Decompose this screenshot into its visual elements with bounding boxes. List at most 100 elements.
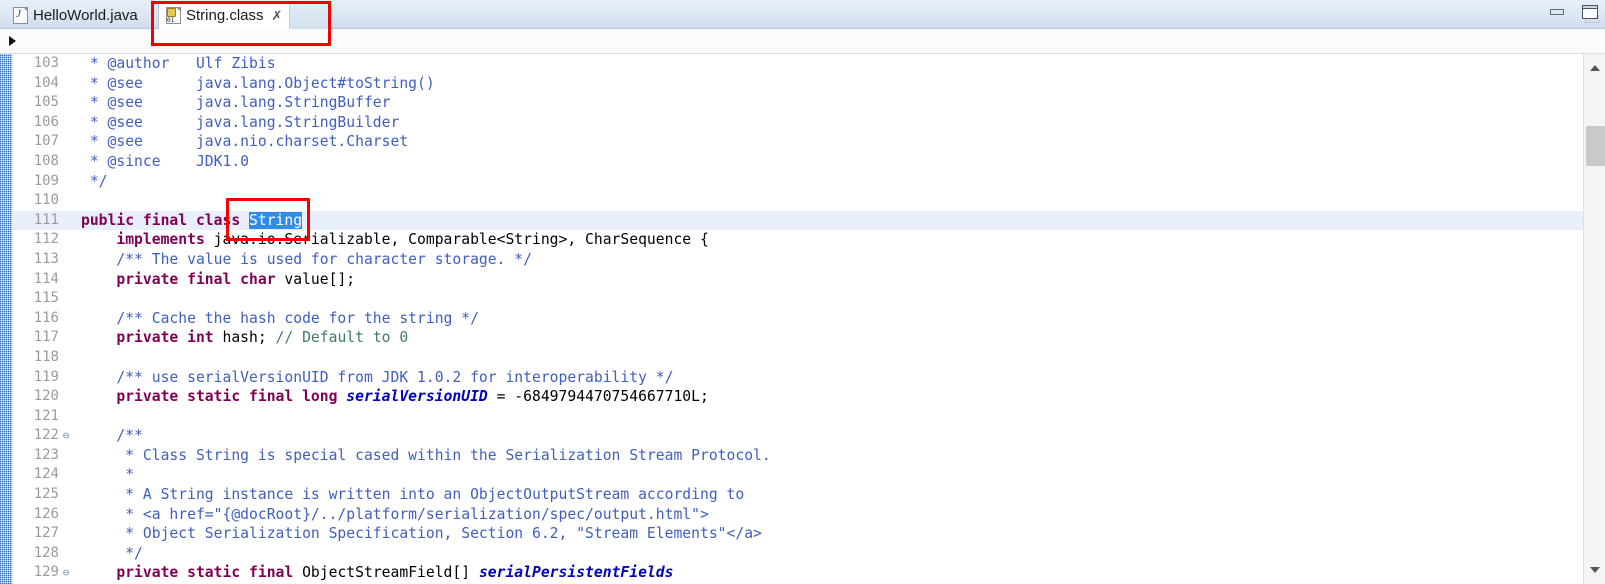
- code-line[interactable]: 105 * @see java.lang.StringBuffer: [13, 93, 1583, 113]
- code-token: * A String instance is written into an O…: [81, 486, 745, 504]
- minimize-button[interactable]: [1547, 3, 1569, 21]
- eclipse-editor-window: J HelloWorld.java 01 String.class ✗ 103 …: [0, 0, 1605, 584]
- code-token: /** Cache the hash code for the string *…: [81, 309, 479, 327]
- maximize-button[interactable]: [1579, 3, 1601, 23]
- code-text: * @since JDK1.0: [73, 152, 249, 172]
- code-text: * @see java.lang.StringBuffer: [73, 93, 391, 113]
- code-text: * @see java.nio.charset.Charset: [73, 132, 408, 152]
- fold-collapse-icon[interactable]: ⊖: [59, 426, 73, 446]
- tab-helloworld-java[interactable]: J HelloWorld.java: [6, 2, 147, 29]
- code-line[interactable]: 112 implements java.io.Serializable, Com…: [13, 230, 1583, 250]
- close-icon[interactable]: ✗: [272, 8, 283, 24]
- tab-label: String.class: [186, 7, 264, 24]
- scroll-down-icon[interactable]: [1584, 558, 1605, 582]
- code-line[interactable]: 117 private int hash; // Default to 0: [13, 328, 1583, 348]
- line-number: 103: [33, 55, 59, 71]
- code-text: /** The value is used for character stor…: [73, 250, 532, 270]
- code-line[interactable]: 123 * Class String is special cased with…: [13, 446, 1583, 466]
- code-line[interactable]: 110: [13, 191, 1583, 211]
- code-line[interactable]: 106 * @see java.lang.StringBuilder: [13, 113, 1583, 133]
- editor-tab-bar: J HelloWorld.java 01 String.class ✗: [0, 0, 1605, 29]
- code-token: value[];: [275, 270, 356, 288]
- fold-collapse-icon[interactable]: ⊖: [59, 563, 73, 583]
- code-line[interactable]: 113 /** The value is used for character …: [13, 250, 1583, 270]
- code-line[interactable]: 116 /** Cache the hash code for the stri…: [13, 309, 1583, 329]
- code-line[interactable]: 128 */: [13, 544, 1583, 564]
- line-number: 119: [33, 368, 59, 385]
- code-text: * <a href="{@docRoot}/../platform/serial…: [73, 505, 709, 525]
- code-text: */: [73, 544, 143, 564]
- code-line[interactable]: 119 /** use serialVersionUID from JDK 1.…: [13, 368, 1583, 388]
- line-number: 126: [33, 505, 59, 522]
- selected-token: String: [249, 211, 303, 229]
- code-text: /** use serialVersionUID from JDK 1.0.2 …: [73, 368, 673, 388]
- code-token: * Object Serialization Specification, Se…: [81, 525, 762, 543]
- code-line[interactable]: 122 ⊖ /**: [13, 426, 1583, 446]
- code-token: * Class String is special cased within t…: [81, 446, 771, 464]
- code-line[interactable]: 121: [13, 407, 1583, 427]
- code-text: implements java.io.Serializable, Compara…: [73, 230, 709, 250]
- change-annotation-ruler: [0, 54, 13, 584]
- code-line[interactable]: 109 */: [13, 172, 1583, 192]
- code-token: private final char: [81, 270, 276, 288]
- code-token: /** use serialVersionUID from JDK 1.0.2 …: [81, 368, 674, 386]
- line-number: 128: [33, 544, 59, 561]
- line-number: 112: [33, 231, 59, 248]
- line-number: 116: [33, 309, 59, 326]
- code-text: * @author Ulf Zibis: [73, 54, 276, 74]
- code-editor[interactable]: 103 * @author Ulf Zibis 104 * @see java.l…: [0, 54, 1605, 584]
- code-text: public final class String: [73, 211, 303, 231]
- code-token: *: [81, 466, 135, 484]
- line-number: 105: [33, 94, 59, 111]
- code-line[interactable]: 129 ⊖ private static final ObjectStreamFi…: [13, 563, 1583, 583]
- code-text: * @see java.lang.Object#toString(): [73, 74, 435, 94]
- window-controls: [1547, 3, 1601, 23]
- line-number: 109: [33, 172, 59, 189]
- code-token: */: [81, 544, 143, 562]
- code-line[interactable]: 126 * <a href="{@docRoot}/../platform/se…: [13, 505, 1583, 525]
- code-text: * @see java.lang.StringBuilder: [73, 113, 400, 133]
- code-line[interactable]: 104 * @see java.lang.Object#toString(): [13, 74, 1583, 94]
- breadcrumb-expand-icon[interactable]: [9, 36, 16, 46]
- code-text: private final char value[];: [73, 270, 355, 290]
- code-token: = -6849794470754667710L;: [487, 388, 709, 406]
- code-line[interactable]: 103 * @author Ulf Zibis: [13, 54, 1583, 74]
- line-number: 120: [33, 388, 59, 405]
- code-token: * @since JDK1.0: [81, 152, 250, 170]
- code-text: private int hash; // Default to 0: [73, 328, 408, 348]
- line-number: 107: [33, 133, 59, 150]
- code-line[interactable]: 108 * @since JDK1.0: [13, 152, 1583, 172]
- line-number: 106: [33, 113, 59, 130]
- code-line[interactable]: 124 *: [13, 465, 1583, 485]
- line-number: 127: [33, 525, 59, 542]
- line-number: 123: [33, 446, 59, 463]
- code-line[interactable]: 120 private static final long serialVers…: [13, 387, 1583, 407]
- code-line[interactable]: 114 private final char value[];: [13, 270, 1583, 290]
- code-line[interactable]: 127 * Object Serialization Specification…: [13, 524, 1583, 544]
- tab-bar-filler: [289, 1, 331, 29]
- code-line[interactable]: 111 public final class String: [13, 210, 1583, 231]
- code-line[interactable]: 115: [13, 289, 1583, 309]
- code-line[interactable]: 118: [13, 348, 1583, 368]
- line-number: 110: [33, 192, 59, 209]
- java-file-icon: J: [13, 7, 28, 24]
- code-text: *: [73, 465, 134, 485]
- tab-string-class[interactable]: 01 String.class ✗: [158, 1, 293, 29]
- scrollbar-thumb[interactable]: [1586, 126, 1605, 166]
- code-token: serialVersionUID: [346, 388, 488, 406]
- line-number: 111: [33, 211, 59, 228]
- code-text: * A String instance is written into an O…: [73, 485, 744, 505]
- vertical-scrollbar[interactable]: [1583, 54, 1605, 584]
- line-number: 121: [33, 407, 59, 424]
- code-token: * <a href="{@docRoot}/../platform/serial…: [81, 505, 709, 523]
- code-line[interactable]: 107 * @see java.nio.charset.Charset: [13, 132, 1583, 152]
- scroll-up-icon[interactable]: [1584, 56, 1605, 80]
- code-text-area[interactable]: 103 * @author Ulf Zibis 104 * @see java.l…: [13, 54, 1583, 584]
- code-token: ObjectStreamField[]: [293, 564, 479, 582]
- code-token: /**: [81, 427, 143, 445]
- code-line[interactable]: 125 * A String instance is written into …: [13, 485, 1583, 505]
- code-token: java.io.Serializable, Comparable<String>…: [204, 231, 709, 249]
- code-token: hash;: [213, 329, 276, 347]
